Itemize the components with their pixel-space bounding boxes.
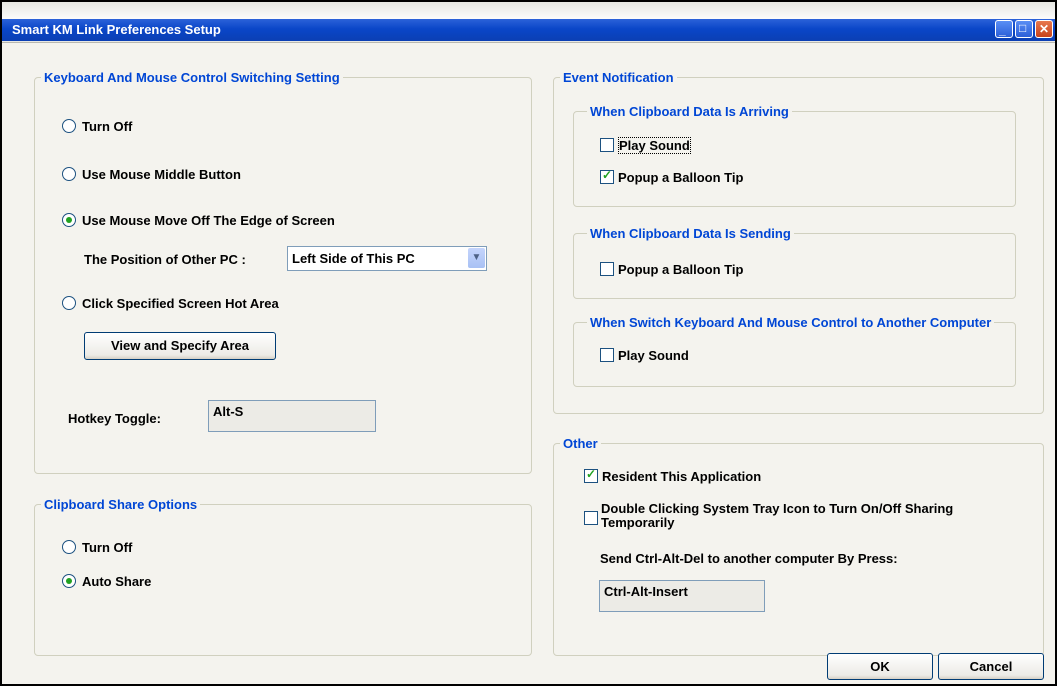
kbm-move-off-edge-label: Use Mouse Move Off The Edge of Screen — [82, 213, 335, 228]
close-icon: ✕ — [1039, 22, 1050, 36]
switch-play-sound-option[interactable]: Play Sound — [600, 348, 689, 363]
double-click-label-line2: Temporarily — [601, 515, 675, 530]
kbm-turn-off-label: Turn Off — [82, 119, 133, 134]
maximize-button[interactable]: □ — [1015, 20, 1033, 38]
window-title: Smart KM Link Preferences Setup — [12, 22, 221, 37]
cancel-button[interactable]: Cancel — [938, 653, 1044, 680]
arriving-balloon-label: Popup a Balloon Tip — [618, 170, 744, 185]
resident-label: Resident This Application — [602, 469, 762, 484]
kbm-switching-legend: Keyboard And Mouse Control Switching Set… — [41, 70, 343, 85]
close-button[interactable]: ✕ — [1035, 20, 1053, 38]
preferences-window: Smart KM Link Preferences Setup _ □ ✕ Ke… — [0, 0, 1057, 686]
kbm-hot-area-option[interactable]: Click Specified Screen Hot Area — [62, 296, 279, 311]
view-specify-area-button[interactable]: View and Specify Area — [84, 332, 276, 360]
position-other-pc-select[interactable]: Left Side of This PC ▼ — [287, 246, 487, 271]
double-click-label-line1: Double Clicking System Tray Icon to Turn… — [601, 501, 954, 516]
event-notification-legend: Event Notification — [560, 70, 677, 85]
kbm-move-off-edge-radio[interactable] — [62, 213, 76, 227]
kbm-hot-area-radio[interactable] — [62, 296, 76, 310]
arriving-balloon-option[interactable]: Popup a Balloon Tip — [600, 168, 744, 185]
arriving-play-sound-label: Play Sound — [618, 137, 691, 154]
arriving-balloon-checkbox[interactable] — [600, 168, 614, 184]
kbm-move-off-edge-option[interactable]: Use Mouse Move Off The Edge of Screen — [62, 213, 335, 228]
maximize-icon: □ — [1019, 21, 1027, 35]
double-click-checkbox[interactable] — [584, 511, 598, 525]
clipboard-turn-off-radio[interactable] — [62, 540, 76, 554]
ctrl-alt-del-field[interactable]: Ctrl-Alt-Insert — [599, 580, 765, 612]
minimize-icon: _ — [999, 23, 1006, 37]
sending-balloon-option[interactable]: Popup a Balloon Tip — [600, 262, 743, 277]
minimize-button[interactable]: _ — [995, 20, 1013, 38]
title-bar[interactable]: Smart KM Link Preferences Setup _ □ ✕ — [2, 2, 1055, 43]
other-legend: Other — [560, 436, 601, 451]
resident-option[interactable]: Resident This Application — [584, 467, 762, 484]
clipboard-auto-share-label: Auto Share — [82, 574, 152, 589]
switch-play-sound-checkbox[interactable] — [600, 348, 614, 362]
kbm-middle-button-radio[interactable] — [62, 167, 76, 181]
resident-checkbox[interactable] — [584, 467, 598, 483]
clipboard-auto-share-radio[interactable] — [62, 574, 76, 588]
switch-legend: When Switch Keyboard And Mouse Control t… — [587, 315, 995, 330]
clipboard-turn-off-label: Turn Off — [82, 540, 133, 555]
switch-play-sound-label: Play Sound — [618, 348, 689, 363]
arriving-legend: When Clipboard Data Is Arriving — [587, 104, 792, 119]
double-click-option[interactable]: Double Clicking System Tray Icon to Turn… — [584, 502, 953, 530]
kbm-middle-button-option[interactable]: Use Mouse Middle Button — [62, 167, 241, 182]
clipboard-auto-share-option[interactable]: Auto Share — [62, 574, 151, 589]
kbm-turn-off-radio[interactable] — [62, 119, 76, 133]
position-other-pc-label: The Position of Other PC : — [84, 252, 246, 267]
clipboard-share-legend: Clipboard Share Options — [41, 497, 201, 512]
sending-balloon-label: Popup a Balloon Tip — [618, 262, 744, 277]
sending-balloon-checkbox[interactable] — [600, 262, 614, 276]
arriving-play-sound-option[interactable]: Play Sound — [600, 137, 691, 154]
clipboard-turn-off-option[interactable]: Turn Off — [62, 540, 132, 555]
sending-legend: When Clipboard Data Is Sending — [587, 226, 794, 241]
position-other-pc-value: Left Side of This PC — [292, 251, 415, 266]
ctrl-alt-del-label: Send Ctrl-Alt-Del to another computer By… — [600, 551, 898, 566]
kbm-turn-off-option[interactable]: Turn Off — [62, 119, 132, 134]
arriving-group: When Clipboard Data Is Arriving — [573, 104, 1016, 207]
kbm-hot-area-label: Click Specified Screen Hot Area — [82, 296, 279, 311]
hotkey-toggle-field[interactable]: Alt-S — [208, 400, 376, 432]
ok-button[interactable]: OK — [827, 653, 933, 680]
chevron-down-icon[interactable]: ▼ — [468, 248, 485, 268]
arriving-play-sound-checkbox[interactable] — [600, 138, 614, 152]
kbm-middle-button-label: Use Mouse Middle Button — [82, 167, 241, 182]
hotkey-toggle-label: Hotkey Toggle: — [68, 411, 161, 426]
